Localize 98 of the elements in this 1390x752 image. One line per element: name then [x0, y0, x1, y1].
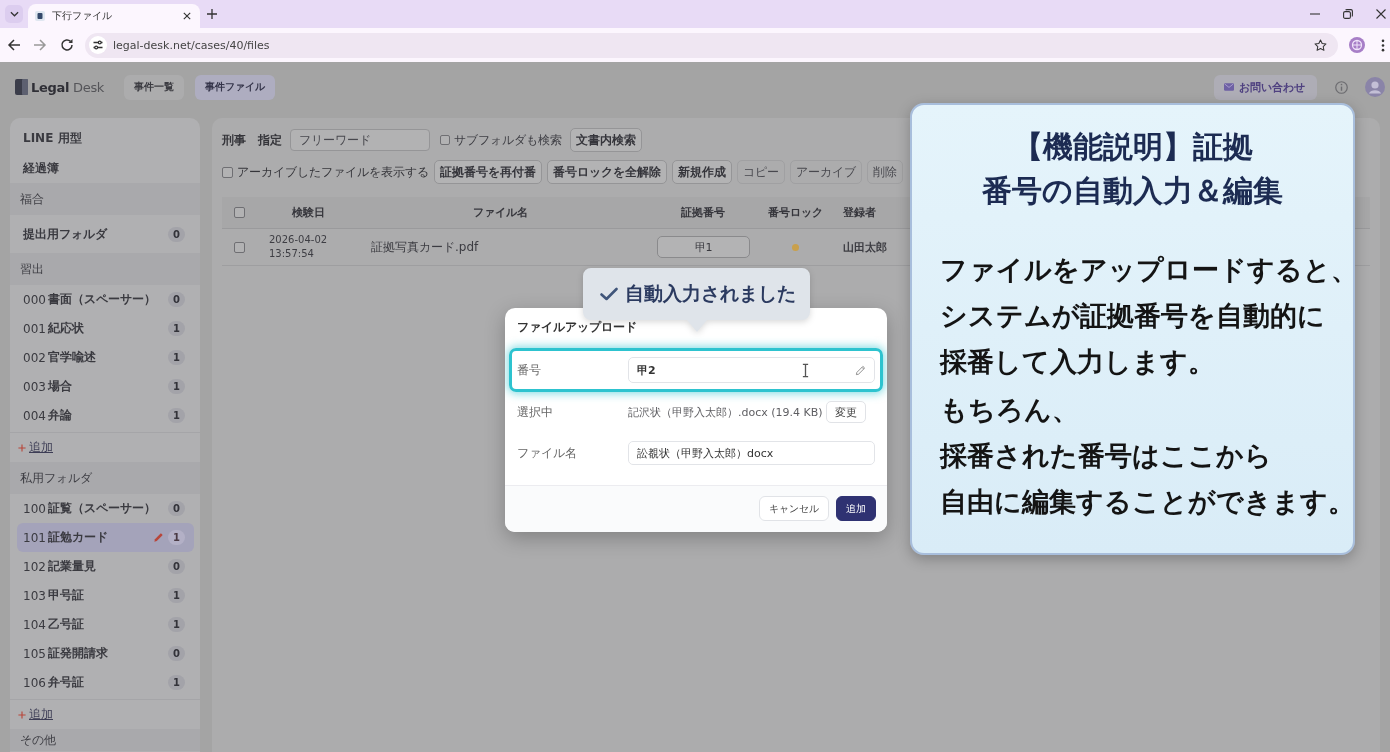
contact-button[interactable]: お問い合わせ — [1214, 74, 1317, 100]
filter-label[interactable]: 刑事 — [222, 131, 246, 149]
folder-item[interactable]: 104 乙号証 1 — [10, 610, 194, 639]
plus-icon — [18, 710, 26, 719]
change-button[interactable]: 変更 — [825, 401, 866, 423]
folder-item[interactable]: 004 弁論 1 — [10, 401, 194, 430]
folder-item[interactable]: 101 証勉カード 1 — [17, 523, 194, 552]
field-label: ファイル名 — [517, 444, 578, 462]
search-field[interactable]: フリーワード — [290, 129, 430, 151]
table-cell-text: 2026-04-02 13:57:54 — [268, 233, 329, 261]
mail-icon — [1224, 83, 1234, 91]
pencil-icon[interactable] — [855, 364, 866, 376]
evidence-number-field[interactable]: 甲1 — [657, 236, 750, 258]
info-icon[interactable] — [1335, 80, 1348, 94]
count-badge: 1 — [168, 379, 185, 394]
reload-icon[interactable] — [60, 38, 74, 52]
forward-icon[interactable] — [33, 38, 47, 52]
folder-item[interactable]: 002 官学喩述 1 — [10, 343, 194, 372]
cancel-button[interactable]: キャンセル — [759, 496, 829, 521]
back-icon[interactable] — [7, 38, 21, 52]
folder-item[interactable]: 000 書面（スペーサー） 0 — [10, 285, 194, 314]
nav-tab[interactable]: 事件ファイル — [195, 74, 276, 100]
folder-item[interactable]: 103 甲号証 1 — [10, 581, 194, 610]
checkbox[interactable] — [222, 166, 233, 178]
panel-title: 【機能説明】証拠 番号の自動入力＆編集 — [981, 128, 1284, 210]
toolbar-button[interactable]: 証拠番号を再付番 — [434, 160, 542, 184]
selected-file-text: 記沢状（甲野入太郎）.docx (19.4 KB) — [628, 404, 823, 420]
field-label: 選択中 — [517, 403, 554, 421]
primary-button[interactable]: 追加 — [836, 496, 876, 521]
input-field[interactable]: 訟覩状（甲野入太郎）docx — [628, 441, 875, 465]
count-badge: 1 — [168, 530, 185, 545]
site-settings-icon[interactable] — [89, 36, 107, 54]
folder-item[interactable]: 100 証覧（スペーサー） 0 — [10, 494, 194, 523]
folder-item[interactable]: 102 記業量見 0 — [10, 552, 194, 581]
tooltip-text: 自動入力されました — [625, 281, 796, 306]
doc-search-button[interactable]: 文書内検索 — [570, 128, 642, 152]
explanation-text: ファイルをアップロードすると、 システムが証拠番号を自動的に 採番して入力します。 — [940, 253, 1347, 379]
count-badge: 1 — [168, 588, 185, 603]
nav-tab[interactable]: 事件一覧 — [124, 74, 185, 100]
folder-item[interactable]: 106 弁号証 1 — [10, 668, 194, 697]
column-header[interactable]: 証拠番号 — [680, 205, 725, 220]
count-badge: 1 — [168, 408, 185, 423]
avatar-icon[interactable] — [1365, 77, 1385, 97]
logo-icon — [15, 79, 28, 95]
restore-icon[interactable] — [1343, 9, 1353, 19]
star-icon[interactable] — [1314, 38, 1327, 52]
section-header: 福合 — [10, 183, 200, 215]
checkbox[interactable] — [233, 207, 245, 218]
explanation-text: もちろん、 採番された番号はここから 自由に編集することができます。 — [940, 393, 1347, 519]
close-icon[interactable] — [1376, 9, 1386, 19]
address-bar[interactable]: legal-desk.net/cases/40/files — [85, 32, 1338, 58]
count-badge: 1 — [168, 321, 185, 336]
logo-text: Legal Desk — [31, 79, 105, 95]
column-header[interactable]: ファイル名 — [472, 205, 528, 220]
count-badge: 1 — [168, 675, 185, 690]
profile-icon[interactable] — [1349, 37, 1365, 53]
folder-item[interactable]: 003 場合 1 — [10, 372, 194, 401]
tab-list-button[interactable] — [5, 5, 23, 23]
plus-icon — [18, 443, 26, 452]
column-header[interactable]: 検験日 — [291, 205, 325, 220]
count-badge: 0 — [168, 559, 185, 574]
checkbox[interactable] — [440, 135, 450, 145]
toolbar-button[interactable]: 番号ロックを全解除 — [547, 160, 667, 184]
text-cursor-icon — [802, 362, 809, 378]
section-header: 習出 — [10, 253, 200, 285]
column-header[interactable]: 番号ロック — [767, 205, 823, 220]
menu-icon[interactable] — [1381, 38, 1385, 52]
sidebar-link[interactable]: LINE 用型 — [10, 123, 200, 153]
table-cell-text: 証拠写真カード.pdf — [370, 239, 479, 254]
checkbox-label: サブフォルダも検索 — [454, 131, 562, 149]
count-badge: 1 — [168, 617, 185, 632]
favicon-icon — [35, 11, 45, 21]
sidebar-link[interactable]: 経過簿 — [10, 153, 200, 183]
field-label: 番号 — [517, 361, 542, 379]
check-icon — [600, 287, 618, 301]
input-field[interactable]: 甲2 — [628, 357, 875, 383]
count-badge: 0 — [168, 646, 185, 661]
chevron-down-icon — [9, 11, 19, 17]
new-tab-icon[interactable] — [207, 9, 217, 19]
count-badge: 0 — [168, 226, 185, 242]
count-badge: 0 — [168, 292, 185, 307]
pencil-icon[interactable] — [153, 532, 164, 543]
checkbox[interactable] — [233, 241, 245, 253]
section-header: その他 — [10, 729, 200, 751]
count-badge: 1 — [168, 350, 185, 365]
toolbar-button[interactable]: 新規作成 — [672, 160, 732, 184]
close-icon[interactable] — [183, 12, 191, 20]
count-badge: 0 — [168, 501, 185, 516]
folder-item[interactable]: 105 証発開請求 0 — [10, 639, 194, 668]
folder-item[interactable]: 001 紀応状 1 — [10, 314, 194, 343]
dialog-title: ファイルアップロード — [516, 319, 638, 334]
column-header[interactable]: 登録者 — [843, 205, 876, 220]
browser-tab[interactable]: 下行ファイル — [28, 4, 200, 28]
folder-item[interactable]: 提出用フォルダ 0 — [10, 215, 194, 253]
filter-label[interactable]: 指定 — [258, 131, 282, 149]
section-header: 私用フォルダ — [10, 462, 200, 494]
checkbox-label: アーカイブしたファイルを表示する — [237, 163, 429, 181]
table-cell-text: 山田太郎 — [842, 240, 887, 254]
